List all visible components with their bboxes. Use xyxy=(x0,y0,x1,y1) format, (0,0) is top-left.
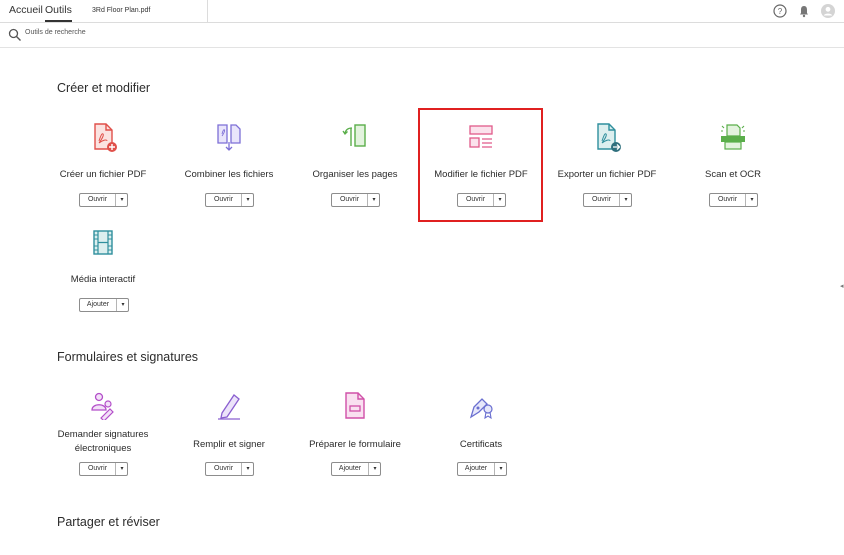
search-input[interactable]: Outils de recherche xyxy=(25,29,86,36)
button-label: Ajouter xyxy=(338,465,362,472)
combine-files-icon[interactable] xyxy=(214,122,244,152)
button-label: Ouvrir xyxy=(591,196,612,203)
chevron-down-icon[interactable]: ▾ xyxy=(118,299,128,311)
button-separator xyxy=(241,194,242,206)
chevron-down-icon[interactable]: ▾ xyxy=(243,194,253,206)
search-icon xyxy=(8,28,21,41)
fill-sign-icon[interactable] xyxy=(214,391,244,421)
tool-label: Média interactif xyxy=(70,274,136,285)
button-separator xyxy=(115,463,116,475)
tool-label: Exporter un fichier PDF xyxy=(557,169,657,180)
certificates-icon[interactable] xyxy=(466,391,496,421)
section-title-share-review: Partager et réviser xyxy=(57,515,160,529)
request-signatures-icon[interactable] xyxy=(88,390,118,420)
section-title-create-edit: Créer et modifier xyxy=(57,81,151,95)
button-label: Ouvrir xyxy=(87,196,108,203)
add-button[interactable]: Ajouter ▾ xyxy=(331,462,381,476)
chevron-down-icon[interactable]: ▾ xyxy=(621,194,631,206)
search-bar[interactable]: Outils de recherche xyxy=(0,23,844,48)
tab-accueil[interactable]: Accueil xyxy=(9,0,43,22)
open-button[interactable]: Ouvrir ▾ xyxy=(583,193,632,207)
button-label: Ouvrir xyxy=(213,196,234,203)
chevron-down-icon[interactable]: ▾ xyxy=(369,194,379,206)
svg-text:?: ? xyxy=(778,7,783,16)
open-button[interactable]: Ouvrir ▾ xyxy=(709,193,758,207)
button-separator xyxy=(494,463,495,475)
tool-label: Scan et OCR xyxy=(705,169,761,180)
open-button[interactable]: Ouvrir ▾ xyxy=(79,193,128,207)
tool-label: Créer un fichier PDF xyxy=(59,169,147,180)
add-button[interactable]: Ajouter ▾ xyxy=(457,462,507,476)
button-label: Ouvrir xyxy=(339,196,360,203)
open-button[interactable]: Ouvrir ▾ xyxy=(331,193,380,207)
button-separator xyxy=(368,463,369,475)
bell-icon[interactable] xyxy=(796,3,812,19)
button-separator xyxy=(619,194,620,206)
top-icons: ? xyxy=(770,3,840,19)
button-separator xyxy=(745,194,746,206)
button-separator xyxy=(367,194,368,206)
tool-label: Combiner les fichiers xyxy=(184,169,274,180)
open-button[interactable]: Ouvrir ▾ xyxy=(205,462,254,476)
help-icon[interactable]: ? xyxy=(772,3,788,19)
section-title-forms-signatures: Formulaires et signatures xyxy=(57,350,199,364)
add-button[interactable]: Ajouter ▾ xyxy=(79,298,129,312)
open-button[interactable]: Ouvrir ▾ xyxy=(79,462,128,476)
tool-label: Organiser les pages xyxy=(312,169,398,180)
open-button[interactable]: Ouvrir ▾ xyxy=(205,193,254,207)
button-separator xyxy=(116,299,117,311)
chevron-down-icon[interactable]: ▾ xyxy=(117,463,127,475)
tab-outils[interactable]: Outils xyxy=(45,0,72,22)
top-bar: Accueil Outils 3Rd Floor Plan.pdf ? xyxy=(0,0,844,23)
tool-label: Demander signatures électroniques xyxy=(57,429,149,454)
chevron-down-icon[interactable]: ▾ xyxy=(243,463,253,475)
rich-media-icon[interactable] xyxy=(88,228,118,258)
chevron-down-icon[interactable]: ▾ xyxy=(747,194,757,206)
prepare-form-icon[interactable] xyxy=(340,391,370,421)
button-separator xyxy=(241,463,242,475)
button-label: Ajouter xyxy=(86,301,110,308)
create-pdf-icon[interactable] xyxy=(88,122,118,152)
export-pdf-icon[interactable] xyxy=(592,122,622,152)
button-label: Ouvrir xyxy=(213,465,234,472)
tool-label: Remplir et signer xyxy=(193,439,265,450)
chevron-down-icon[interactable]: ▾ xyxy=(117,194,127,206)
chevron-down-icon[interactable]: ▾ xyxy=(496,463,506,475)
chevron-down-icon[interactable]: ▾ xyxy=(370,463,380,475)
tool-label: Préparer le formulaire xyxy=(309,439,401,450)
tool-label: Certificats xyxy=(459,439,503,450)
button-separator xyxy=(115,194,116,206)
button-label: Ouvrir xyxy=(717,196,738,203)
document-tab[interactable]: 3Rd Floor Plan.pdf xyxy=(80,0,208,22)
user-icon[interactable] xyxy=(820,3,836,19)
highlight-box xyxy=(418,108,543,222)
button-label: Ouvrir xyxy=(87,465,108,472)
organize-pages-icon[interactable] xyxy=(340,122,370,152)
scan-ocr-icon[interactable] xyxy=(718,122,748,152)
side-panel-toggle-icon[interactable]: ◂ xyxy=(840,282,844,290)
button-label: Ajouter xyxy=(464,465,488,472)
